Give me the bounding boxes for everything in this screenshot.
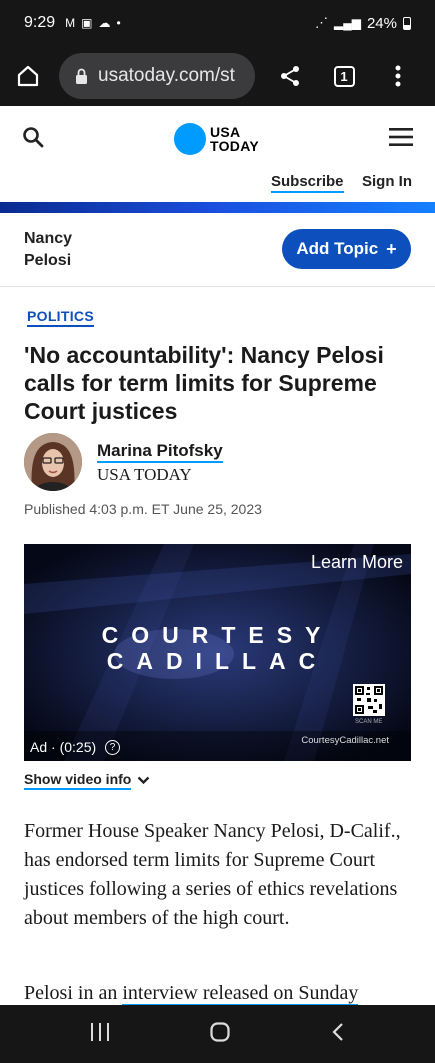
home-nav-icon xyxy=(210,1021,231,1042)
search-icon xyxy=(23,127,44,148)
back-icon xyxy=(332,1022,343,1041)
article-paragraph-2: Pelosi in an interview released on Sunda… xyxy=(24,979,419,1008)
status-bar: 9:29 M ▣ ☁ • ⋰ ▂▄▆ 24% xyxy=(0,0,435,46)
url-text: usatoday.com/st xyxy=(98,65,235,86)
publication-name: USA TODAY xyxy=(97,465,192,484)
signal-icon: ▂▄▆ xyxy=(334,16,361,30)
chevron-down-icon xyxy=(138,776,150,785)
show-video-info-label: Show video info xyxy=(24,771,132,790)
share-icon xyxy=(281,66,299,86)
topic-bar: Nancy Pelosi Add Topic + xyxy=(0,213,435,287)
battery-percent: 24% xyxy=(366,14,397,32)
system-navigation-bar xyxy=(0,1005,435,1063)
tabs-button[interactable]: 1 xyxy=(317,65,371,87)
more-vertical-icon xyxy=(395,65,401,87)
gmail-icon: M xyxy=(65,16,76,30)
qr-caption: SCAN ME xyxy=(355,719,383,725)
add-topic-button[interactable]: Add Topic + xyxy=(282,229,411,269)
author-name-link[interactable]: Marina Pitofsky xyxy=(97,441,223,463)
qr-code-icon xyxy=(353,684,385,716)
ad-countdown: Ad · (0:25) xyxy=(30,739,97,755)
home-button[interactable] xyxy=(0,64,56,88)
ad-url: CourtesyCadillac.net xyxy=(301,735,389,746)
author-photo xyxy=(24,433,82,491)
hamburger-menu-button[interactable] xyxy=(389,128,413,151)
logo-circle xyxy=(174,123,206,155)
wifi-icon: ⋰ xyxy=(315,15,328,30)
status-time: 9:29 xyxy=(24,14,56,31)
article-paragraph-1: Former House Speaker Nancy Pelosi, D-Cal… xyxy=(24,820,401,929)
article-headline: 'No accountability': Nancy Pelosi calls … xyxy=(24,342,384,424)
home-nav-button[interactable] xyxy=(210,1021,231,1047)
browser-toolbar: usatoday.com/st 1 xyxy=(0,46,435,106)
share-button[interactable] xyxy=(263,65,317,87)
home-icon xyxy=(17,65,39,87)
subscribe-link[interactable]: Subscribe xyxy=(271,173,344,193)
topic-name: Nancy Pelosi xyxy=(24,230,73,269)
video-player[interactable]: Learn More COURTESY CADILLAC SCAN ME Ad … xyxy=(24,544,411,761)
published-date: Published 4:03 p.m. ET June 25, 2023 xyxy=(24,501,262,517)
battery-icon xyxy=(403,16,411,30)
show-video-info-button[interactable]: Show video info xyxy=(24,771,150,790)
interview-link[interactable]: interview released on Sunday xyxy=(122,982,359,1006)
learn-more-link[interactable]: Learn More xyxy=(311,552,403,573)
logo-text: USA TODAY xyxy=(210,125,259,153)
notification-icons: M ▣ ☁ • xyxy=(65,16,121,30)
recent-apps-icon xyxy=(91,1022,110,1041)
header-stripe xyxy=(0,202,435,213)
category-link[interactable]: POLITICS xyxy=(27,308,94,327)
back-button[interactable] xyxy=(331,1022,345,1047)
system-icons: ⋰ ▂▄▆ 24% xyxy=(315,15,411,32)
recent-apps-button[interactable] xyxy=(90,1022,110,1046)
sign-in-link[interactable]: Sign In xyxy=(362,173,412,190)
screen: 9:29 M ▣ ☁ • ⋰ ▂▄▆ 24% usatoday.com/st 1… xyxy=(0,0,435,1063)
cloud-icon: ☁ xyxy=(98,16,111,30)
calendar-icon: ▣ xyxy=(81,16,93,30)
tab-count: 1 xyxy=(333,65,355,87)
add-topic-label: Add Topic xyxy=(296,239,379,258)
logo-line2: TODAY xyxy=(210,138,259,154)
hamburger-icon xyxy=(389,128,413,146)
usa-today-logo[interactable]: USA TODAY xyxy=(174,123,259,155)
plus-icon: + xyxy=(386,238,397,259)
paragraph-2-text: Pelosi in an xyxy=(24,982,123,1004)
dot-icon: • xyxy=(116,16,121,30)
ad-info-button[interactable]: ? xyxy=(105,740,120,755)
search-button[interactable] xyxy=(22,126,44,153)
browser-menu-button[interactable] xyxy=(371,65,425,87)
ad-title-line1: COURTESY xyxy=(101,622,334,648)
ad-title-line2: CADILLAC xyxy=(106,648,329,674)
address-bar[interactable]: usatoday.com/st xyxy=(59,53,255,99)
lock-icon xyxy=(76,68,87,84)
site-header: USA TODAY Subscribe Sign In xyxy=(0,106,435,202)
author-avatar[interactable] xyxy=(24,433,82,491)
